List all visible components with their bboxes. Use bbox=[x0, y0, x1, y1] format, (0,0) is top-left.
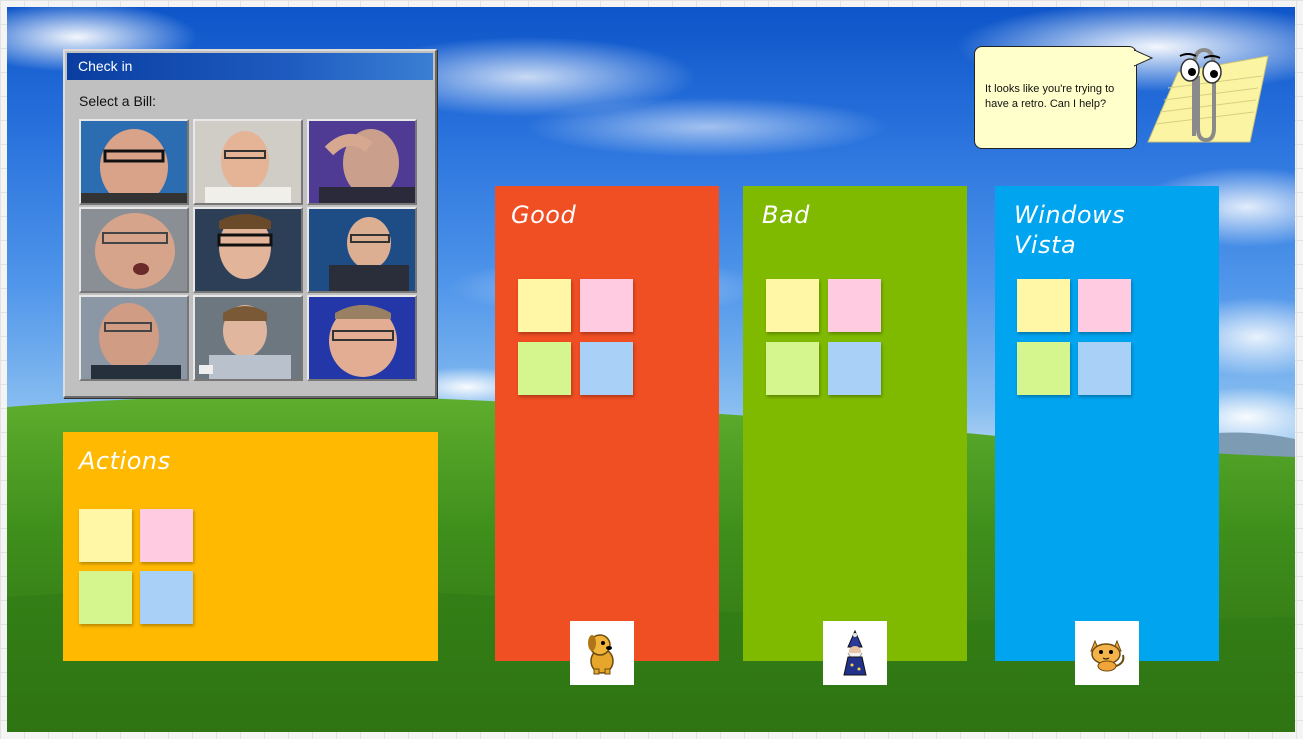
bill-photo-9[interactable] bbox=[307, 295, 417, 381]
sticky-note-green[interactable] bbox=[79, 571, 132, 624]
sticky-note-green[interactable] bbox=[518, 342, 571, 395]
bill-photo-7[interactable] bbox=[79, 295, 189, 381]
sticky-note-blue[interactable] bbox=[580, 342, 633, 395]
checkin-window-title: Check in bbox=[67, 53, 433, 80]
bill-photo-5[interactable] bbox=[193, 207, 303, 293]
column-windows-vista[interactable]: Windows Vista bbox=[995, 186, 1219, 661]
sticky-note-green[interactable] bbox=[766, 342, 819, 395]
sticky-note-pink[interactable] bbox=[580, 279, 633, 332]
bill-photo-1[interactable] bbox=[79, 119, 189, 205]
sticky-note-yellow[interactable] bbox=[1017, 279, 1070, 332]
wizard-avatar-icon[interactable] bbox=[823, 621, 887, 685]
paperclip-assistant-icon[interactable] bbox=[1138, 32, 1272, 158]
sticky-note-yellow[interactable] bbox=[766, 279, 819, 332]
column-bad-background bbox=[743, 186, 967, 661]
sticky-note-green[interactable] bbox=[1017, 342, 1070, 395]
column-good-background bbox=[495, 186, 719, 661]
column-actions[interactable]: Actions bbox=[63, 432, 438, 661]
sticky-note-blue[interactable] bbox=[140, 571, 193, 624]
column-bad-title: Bad bbox=[762, 201, 810, 229]
column-good-title: Good bbox=[511, 201, 577, 229]
column-windows-vista-title: Windows Vista bbox=[1014, 201, 1126, 259]
bill-photo-6[interactable] bbox=[307, 207, 417, 293]
clippy-message: It looks like you're trying to have a re… bbox=[985, 83, 1115, 110]
sticky-note-pink[interactable] bbox=[828, 279, 881, 332]
select-bill-prompt: Select a Bill: bbox=[79, 93, 157, 109]
sticky-note-yellow[interactable] bbox=[518, 279, 571, 332]
column-bad[interactable]: Bad bbox=[743, 186, 967, 661]
bill-photo-8[interactable] bbox=[193, 295, 303, 381]
sticky-note-blue[interactable] bbox=[828, 342, 881, 395]
bill-photo-4[interactable] bbox=[79, 207, 189, 293]
checkin-window: Check in Select a Bill: bbox=[63, 49, 437, 398]
cat-avatar-icon[interactable] bbox=[1075, 621, 1139, 685]
sticky-note-yellow[interactable] bbox=[79, 509, 132, 562]
sticky-note-pink[interactable] bbox=[1078, 279, 1131, 332]
bill-photo-3[interactable] bbox=[307, 119, 417, 205]
sticky-note-blue[interactable] bbox=[1078, 342, 1131, 395]
column-actions-title: Actions bbox=[79, 447, 171, 475]
column-good[interactable]: Good bbox=[495, 186, 719, 661]
bill-photo-grid bbox=[79, 119, 419, 384]
clippy-speech-bubble: It looks like you're trying to have a re… bbox=[974, 46, 1137, 149]
sticky-note-pink[interactable] bbox=[140, 509, 193, 562]
dog-avatar-icon[interactable] bbox=[570, 621, 634, 685]
bill-photo-2[interactable] bbox=[193, 119, 303, 205]
